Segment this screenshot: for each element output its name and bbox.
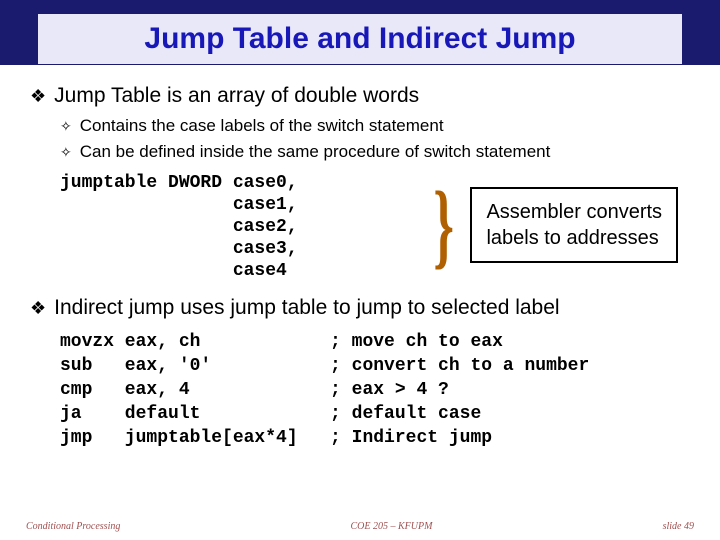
- brace-icon: }: [433, 170, 454, 280]
- bullet-text: Jump Table is an array of double words: [54, 84, 419, 108]
- bullet-sub-2: ✧ Can be defined inside the same procedu…: [60, 142, 690, 162]
- footer-center: COE 205 – KFUPM: [351, 521, 433, 532]
- footer-right: slide 49: [663, 521, 694, 532]
- bullet-main-1: ❖ Jump Table is an array of double words: [30, 84, 690, 108]
- slide-title-bar: Jump Table and Indirect Jump: [38, 14, 682, 64]
- code-text: jumptable DWORD case0, case1, case2, cas…: [60, 173, 298, 281]
- slide-content: ❖ Jump Table is an array of double words…: [30, 78, 690, 450]
- callout-line: labels to addresses: [486, 225, 662, 251]
- slide-footer: Conditional Processing COE 205 – KFUPM s…: [0, 521, 720, 532]
- footer-left: Conditional Processing: [26, 521, 120, 532]
- diamond-icon: ❖: [30, 296, 46, 320]
- bullet-text: Indirect jump uses jump table to jump to…: [54, 296, 559, 320]
- diamond-outline-icon: ✧: [60, 142, 72, 162]
- bullet-main-2: ❖ Indirect jump uses jump table to jump …: [30, 296, 690, 320]
- code-block-jumptable: jumptable DWORD case0, case1, case2, cas…: [60, 172, 690, 282]
- diamond-outline-icon: ✧: [60, 116, 72, 136]
- code-block-asm: movzx eax, ch ; move ch to eax sub eax, …: [60, 330, 690, 450]
- slide-title: Jump Table and Indirect Jump: [144, 22, 575, 56]
- brace-callout: }Assembler convertslabels to addresses: [425, 170, 678, 280]
- bullet-sub-text: Can be defined inside the same procedure…: [80, 142, 551, 162]
- callout-line: Assembler converts: [486, 199, 662, 225]
- bullet-sub-1: ✧ Contains the case labels of the switch…: [60, 116, 690, 136]
- bullet-sub-text: Contains the case labels of the switch s…: [80, 116, 444, 136]
- callout-box: Assembler convertslabels to addresses: [470, 187, 678, 263]
- diamond-icon: ❖: [30, 84, 46, 108]
